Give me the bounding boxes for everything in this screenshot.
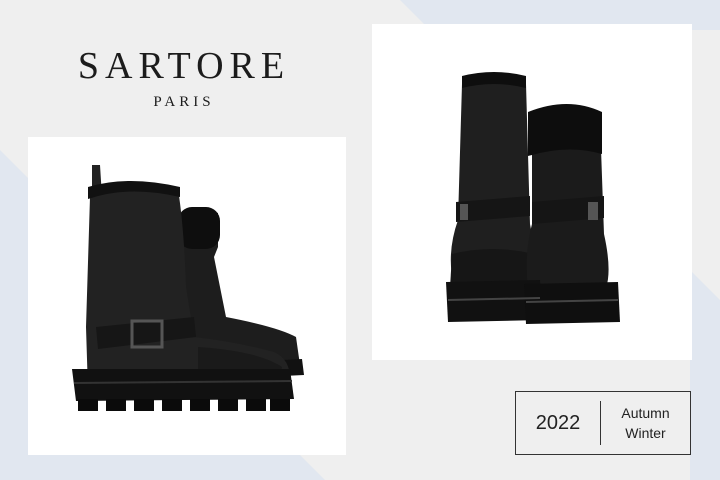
product-photo-side [28, 137, 346, 455]
season-line-1: Autumn [621, 405, 670, 421]
product-photo-front [372, 24, 692, 360]
decorative-shape-right [690, 270, 720, 480]
boot-side-illustration [72, 165, 304, 411]
brand-city: PARIS [153, 94, 215, 110]
season-badge: 2022 Autumn Winter [515, 391, 691, 455]
season-year: 2022 [535, 411, 581, 434]
brand-name: SARTORE [77, 45, 291, 87]
decorative-shape-bottom [0, 455, 325, 480]
season-line-2: Winter [625, 425, 666, 441]
brand-logo: SARTORE PARIS [56, 44, 312, 111]
boot-front-illustration [446, 72, 620, 324]
season-label: Autumn Winter [601, 403, 690, 443]
